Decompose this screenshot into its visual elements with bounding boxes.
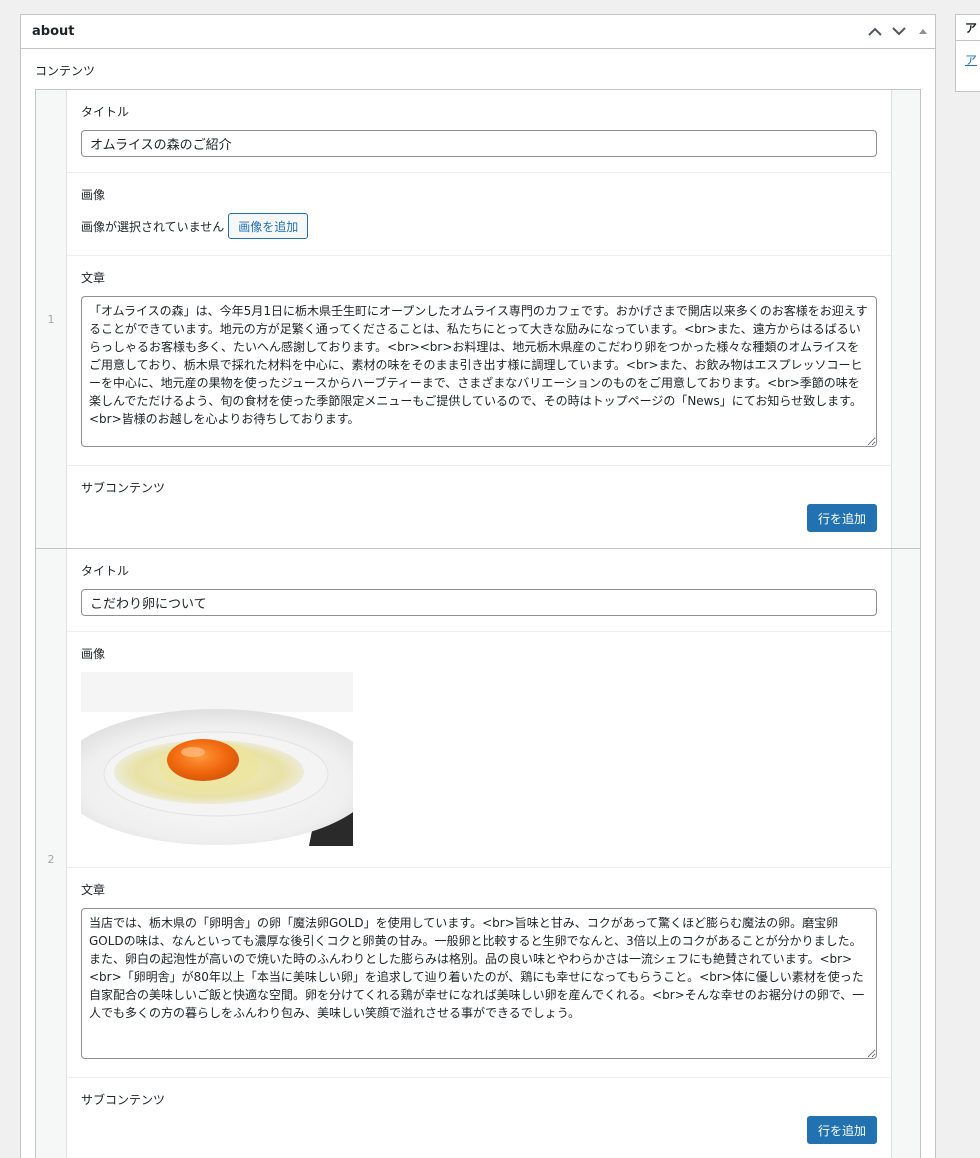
- sub-field-image: 画像 画像が選択されていません 画像を追加: [67, 173, 891, 256]
- text-textarea[interactable]: 当店では、栃木県の「卵明舎」の卵「魔法卵GOLD」を使用しています。<br>旨味…: [81, 908, 877, 1059]
- image-label: 画像: [81, 647, 106, 661]
- add-row-button[interactable]: 行を追加: [806, 504, 877, 532]
- text-label: 文章: [81, 883, 106, 897]
- text-label: 文章: [81, 271, 106, 285]
- row-remove-column[interactable]: [891, 90, 920, 548]
- side-panel-link[interactable]: ア: [956, 41, 980, 68]
- sub-field-image: 画像: [67, 632, 891, 868]
- postbox-title: about: [32, 24, 75, 39]
- triangle-up-icon: [919, 29, 927, 34]
- handle-actions: [863, 15, 935, 48]
- row-drag-handle[interactable]: 2: [36, 549, 67, 1158]
- move-down-button[interactable]: [887, 15, 911, 48]
- egg-image[interactable]: [81, 672, 353, 846]
- chevron-up-icon: [868, 27, 882, 36]
- add-row-button[interactable]: 行を追加: [806, 1116, 877, 1144]
- subcontents-label: サブコンテンツ: [81, 1093, 166, 1107]
- side-panel: ア ア: [955, 14, 980, 92]
- sub-field-subcontents: サブコンテンツ 行を追加: [67, 1078, 891, 1158]
- subcontents-actions: 行を追加: [81, 504, 877, 532]
- title-label: タイトル: [81, 105, 130, 119]
- postbox-inside: コンテンツ 1 タイトル 画像 画像が選択されていません 画像を追加: [21, 49, 935, 1158]
- repeater-row: 2 タイトル 画像: [36, 549, 920, 1158]
- sub-field-subcontents: サブコンテンツ 行を追加: [67, 466, 891, 549]
- row-remove-column[interactable]: [891, 549, 920, 1158]
- repeater-row: 1 タイトル 画像 画像が選択されていません 画像を追加 文章: [36, 90, 920, 549]
- title-label: タイトル: [81, 564, 130, 578]
- title-input[interactable]: [81, 130, 877, 157]
- row-fields: タイトル 画像: [67, 549, 891, 1158]
- sub-field-title: タイトル: [67, 549, 891, 632]
- postbox-header: about: [21, 15, 935, 49]
- field-label-contents: コンテンツ: [35, 64, 96, 78]
- sub-field-text: 文章 「オムライスの森」は、今年5月1日に栃木県壬生町にオープンしたオムライス専…: [67, 256, 891, 466]
- image-label: 画像: [81, 188, 106, 202]
- add-image-button[interactable]: 画像を追加: [228, 213, 309, 239]
- row-drag-handle[interactable]: 1: [36, 90, 67, 548]
- chevron-down-icon: [892, 27, 906, 36]
- row-fields: タイトル 画像 画像が選択されていません 画像を追加 文章 「オムライスの森」は…: [67, 90, 891, 548]
- subcontents-label: サブコンテンツ: [81, 481, 166, 495]
- move-up-button[interactable]: [863, 15, 887, 48]
- repeater-table: 1 タイトル 画像 画像が選択されていません 画像を追加 文章: [35, 89, 921, 1158]
- side-panel-title: ア: [956, 15, 980, 41]
- image-empty-text: 画像が選択されていません: [81, 219, 225, 234]
- title-input[interactable]: [81, 589, 877, 616]
- sub-field-text: 文章 当店では、栃木県の「卵明舎」の卵「魔法卵GOLD」を使用しています。<br…: [67, 868, 891, 1078]
- image-empty-state: 画像が選択されていません 画像を追加: [81, 213, 877, 239]
- toggle-panel-button[interactable]: [911, 15, 935, 48]
- sub-field-title: タイトル: [67, 90, 891, 173]
- about-postbox: about コンテンツ 1 タイトル オムライスの森のご紹介 画像 画像が選択さ…: [20, 14, 936, 1158]
- subcontents-actions: 行を追加: [81, 1116, 877, 1144]
- text-textarea[interactable]: 「オムライスの森」は、今年5月1日に栃木県壬生町にオープンしたオムライス専門のカ…: [81, 296, 877, 447]
